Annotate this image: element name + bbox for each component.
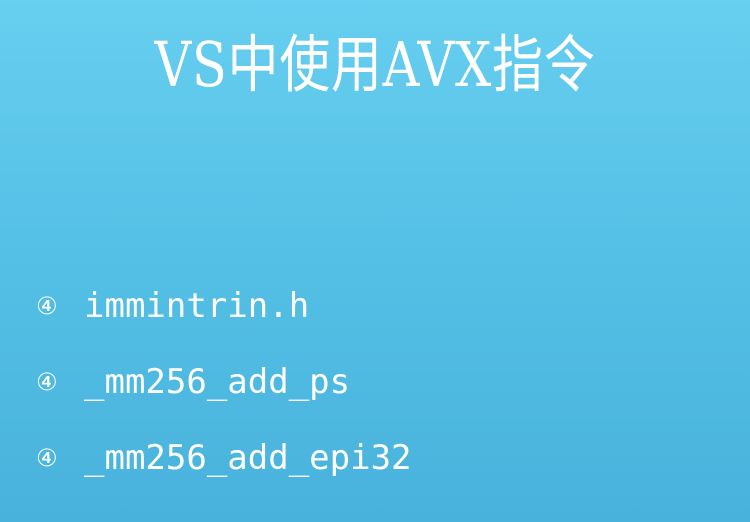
bullet-text-immintrin: immintrin.h xyxy=(84,286,310,326)
slide-title: VS中使用AVX指令 xyxy=(154,28,596,101)
bullet-text-add-epi32: _mm256_add_epi32 xyxy=(84,438,412,478)
list-item: ④ _mm256_add_ps xyxy=(36,358,412,406)
bullet-icon: ④ xyxy=(36,368,58,396)
bullet-text-add-ps: _mm256_add_ps xyxy=(84,362,351,402)
list-item: ④ immintrin.h xyxy=(36,282,412,330)
bullet-icon: ④ xyxy=(36,292,58,320)
list-item: ④ _mm256_add_epi32 xyxy=(36,434,412,482)
bullet-list: ④ immintrin.h ④ _mm256_add_ps ④ _mm256_a… xyxy=(36,282,412,510)
slide: VS中使用AVX指令 ④ immintrin.h ④ _mm256_add_ps… xyxy=(0,0,750,522)
bullet-icon: ④ xyxy=(36,444,58,472)
